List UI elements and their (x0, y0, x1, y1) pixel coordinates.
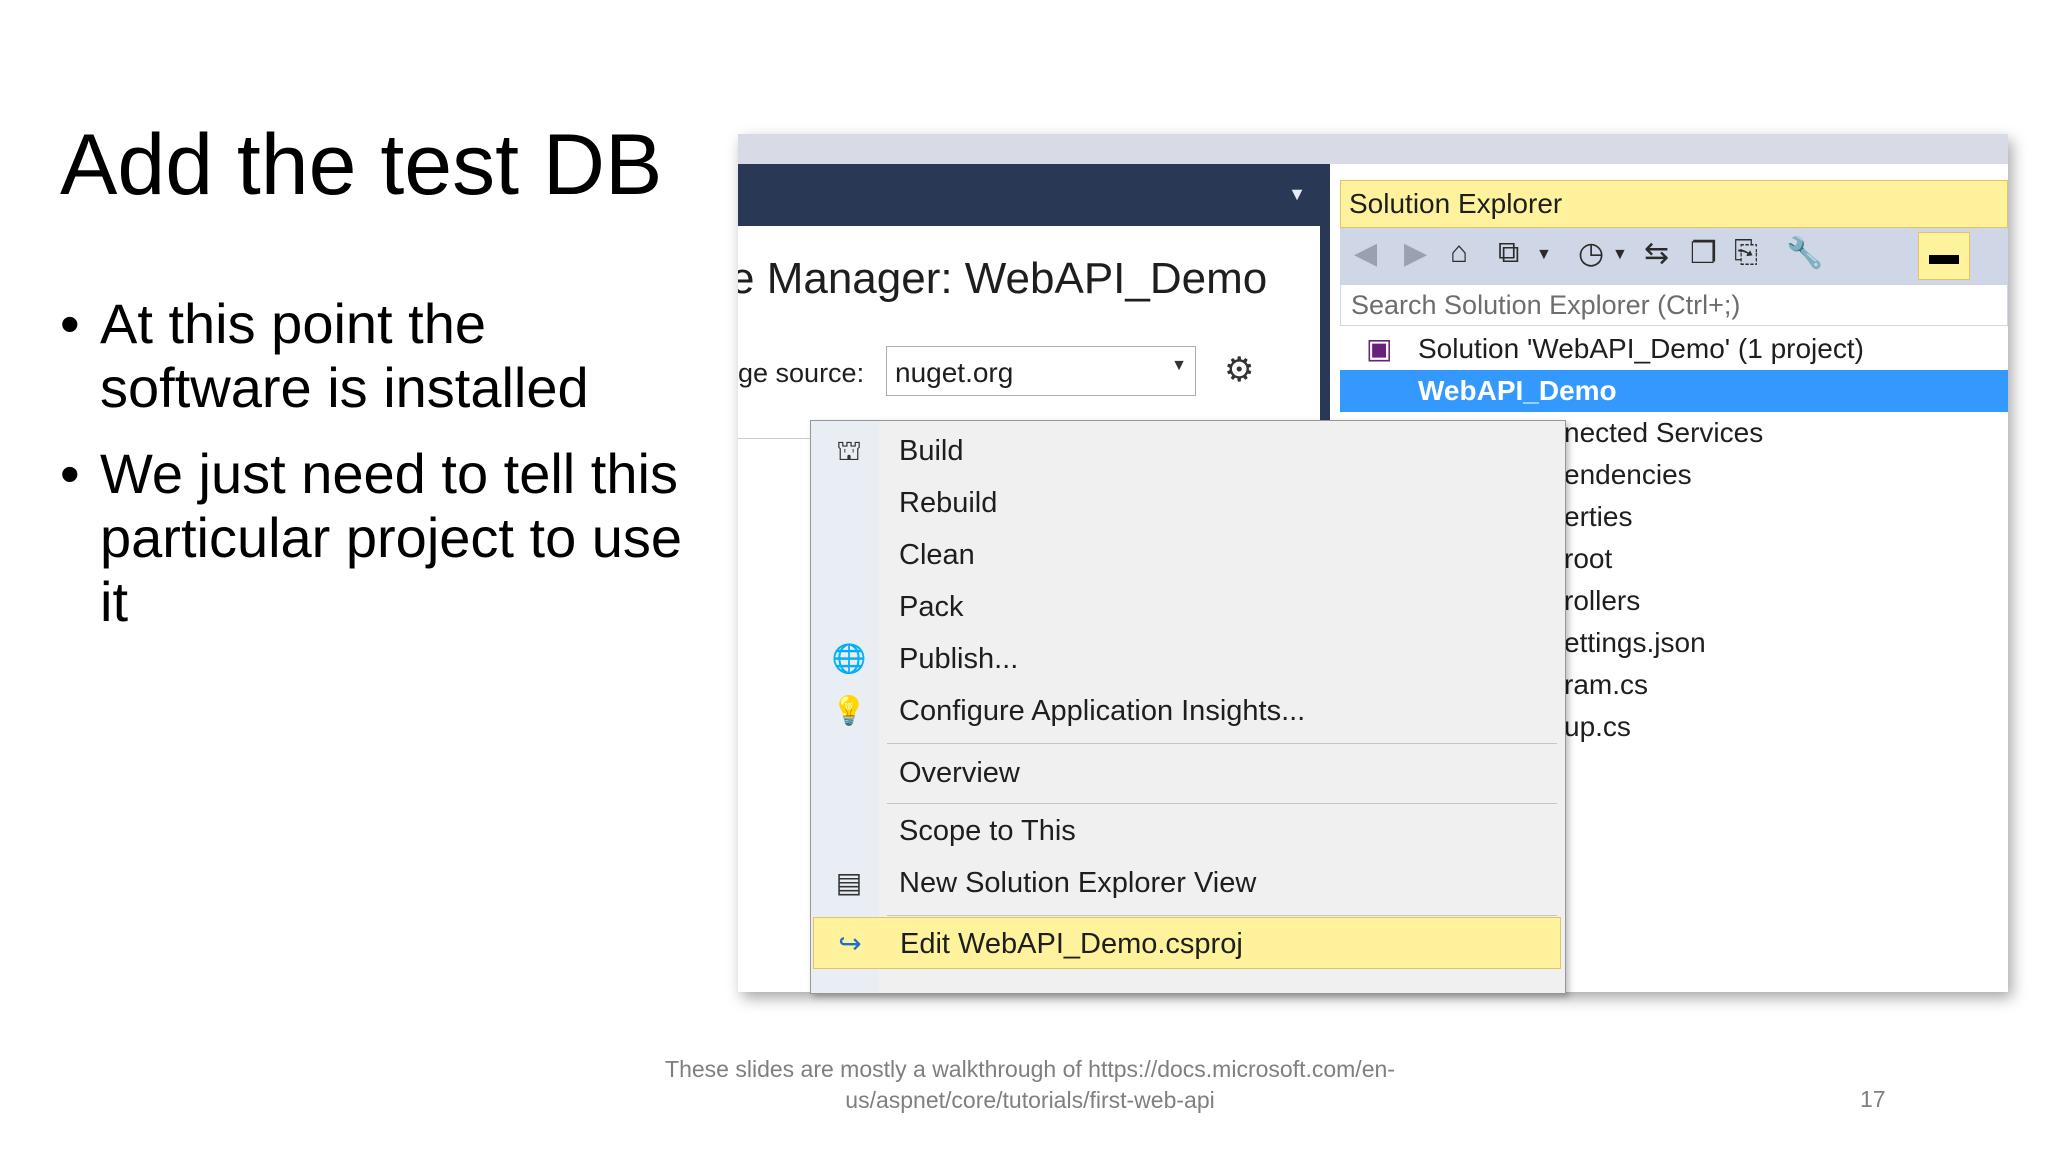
chevron-down-icon: ▼ (1171, 357, 1187, 374)
switch-views-icon[interactable]: ⧉ (1498, 236, 1519, 270)
menu-item-rebuild[interactable]: Rebuild (813, 477, 1561, 529)
menu-item-new-solution-explorer-view[interactable]: ▤ New Solution Explorer View (813, 857, 1561, 909)
package-source-label: ge source: (738, 358, 865, 388)
edit-arrow-icon: ↪ (838, 928, 862, 959)
footer-line: These slides are mostly a walkthrough of… (665, 1056, 1395, 1082)
build-icon: ⛫ (836, 435, 862, 466)
menu-item-scope-to-this[interactable]: Scope to This (813, 805, 1561, 857)
sync-icon[interactable]: ⇆ (1644, 236, 1669, 271)
slide-title: Add the test DB (60, 117, 663, 213)
package-source-value: nuget.org (895, 357, 1014, 388)
package-manager-title: e Manager: WebAPI_Demo (738, 254, 1268, 303)
slide-footer: These slides are mostly a walkthrough of… (600, 1054, 1460, 1116)
menu-item-build[interactable]: ⛫ Build (813, 425, 1561, 477)
menu-separator (887, 803, 1557, 804)
tab-dropdown-icon[interactable]: ▼ (1288, 184, 1306, 205)
bullet-text: At this point the software is installed (100, 292, 589, 419)
solution-icon: ▣ (1366, 333, 1393, 364)
divider (738, 438, 814, 439)
tree-item-solution[interactable]: ▣ Solution 'WebAPI_Demo' (1 project) (1340, 328, 2008, 370)
tree-item-project[interactable]: WebAPI_Demo (1340, 370, 2008, 412)
show-all-files-icon[interactable]: ⎘ (1734, 236, 1758, 270)
solution-explorer-search-input[interactable]: Search Solution Explorer (Ctrl+;) (1340, 284, 2008, 326)
menu-item-clean[interactable]: Clean (813, 529, 1561, 581)
solution-explorer-title: Solution Explorer (1340, 180, 2008, 228)
package-source-select[interactable]: nuget.org ▼ (886, 346, 1196, 396)
chevron-down-icon[interactable]: ▼ (1612, 246, 1628, 264)
pin-icon[interactable]: ▬ (1918, 232, 1970, 280)
new-view-icon: ▤ (835, 867, 863, 898)
menu-item-configure-app-insights[interactable]: 💡 Configure Application Insights... (813, 685, 1561, 737)
app-insights-icon: 💡 (831, 695, 867, 726)
forward-icon[interactable]: ▶ (1404, 236, 1427, 271)
gear-icon[interactable]: ⚙ (1224, 350, 1254, 390)
wrench-icon[interactable]: 🔧 (1786, 236, 1823, 271)
menu-item-overview[interactable]: Overview (813, 747, 1561, 799)
page-number: 17 (1860, 1086, 1886, 1112)
solution-explorer-toolbar: ◀ ▶ ⌂ ⧉ ▼ ◷ ▼ ⇆ ❐ ⎘ 🔧 ▬ (1340, 228, 2008, 284)
menu-item-pack[interactable]: Pack (813, 581, 1561, 633)
menu-item-publish[interactable]: 🌐 Publish... (813, 633, 1561, 685)
bullet-text: We just need to tell this particular pro… (100, 442, 683, 633)
window-top-strip (738, 134, 2008, 164)
bullet-list: • At this point the software is installed… (58, 292, 698, 656)
bullet-item: • At this point the software is installed (60, 292, 589, 419)
menu-separator (887, 915, 1557, 916)
pending-changes-icon[interactable]: ◷ (1578, 236, 1604, 271)
document-tab-bar: ▼ (738, 164, 1320, 226)
context-menu: ⛫ Build Rebuild Clean Pack 🌐 Publish... 💡 C… (810, 420, 1566, 994)
footer-line: us/aspnet/core/tutorials/first-web-api (845, 1087, 1215, 1113)
home-icon[interactable]: ⌂ (1450, 236, 1468, 270)
menu-separator (887, 743, 1557, 744)
menu-item-edit-csproj[interactable]: ↪ Edit WebAPI_Demo.csproj (813, 917, 1561, 969)
collapse-all-icon[interactable]: ❐ (1690, 236, 1717, 271)
bullet-item: • We just need to tell this particular pr… (60, 442, 683, 633)
chevron-down-icon[interactable]: ▼ (1536, 246, 1552, 264)
back-icon[interactable]: ◀ (1354, 236, 1377, 271)
publish-globe-icon: 🌐 (831, 643, 867, 674)
